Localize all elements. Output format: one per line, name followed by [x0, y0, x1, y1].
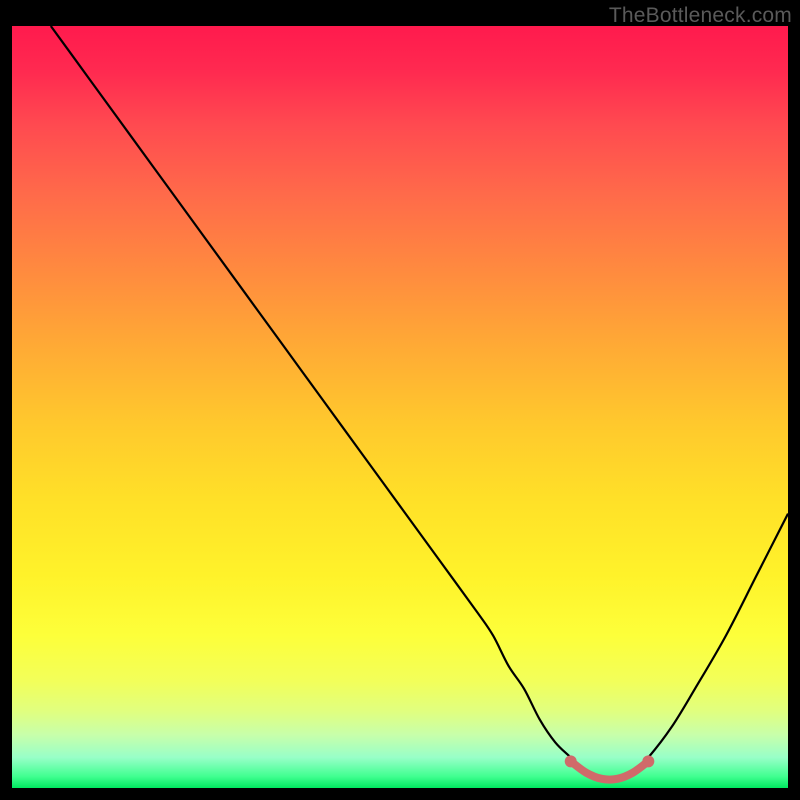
- chart-frame: [12, 26, 788, 788]
- chart-svg: [12, 26, 788, 788]
- optimal-start-marker: [565, 755, 577, 767]
- chart-plot: [12, 26, 788, 788]
- optimal-band-path: [571, 761, 649, 779]
- optimal-end-marker: [642, 755, 654, 767]
- bottleneck-curve-path: [51, 26, 788, 781]
- watermark-text: TheBottleneck.com: [609, 4, 792, 28]
